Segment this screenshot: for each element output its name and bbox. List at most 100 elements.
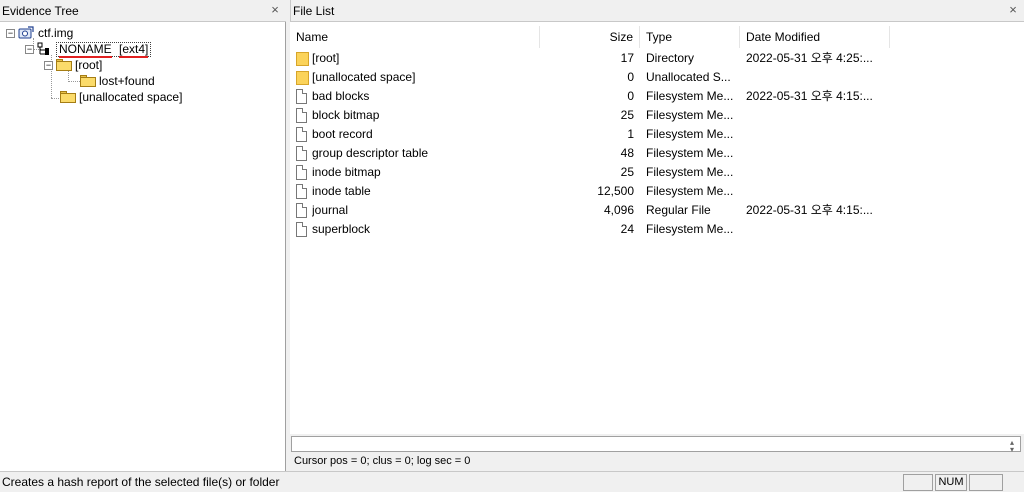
row-size: 0 [627, 89, 634, 103]
status-indicator-num: NUM [935, 474, 967, 491]
row-date [746, 125, 886, 144]
row-name: bad blocks [312, 89, 370, 103]
row-type: Directory [646, 51, 695, 65]
row-type: Filesystem Me... [646, 108, 734, 122]
column-header-type[interactable]: Type [640, 26, 740, 48]
evidence-tree-header: Evidence Tree × [0, 0, 286, 22]
row-type: Filesystem Me... [646, 127, 734, 141]
file-list: Name Size Type Date Modified [root] 17 D… [290, 22, 1024, 434]
file-icon [296, 203, 310, 218]
tree-node-lost-found[interactable]: lost+found [80, 73, 155, 89]
collapse-icon[interactable]: − [6, 28, 15, 38]
table-row[interactable]: [root] 17 Directory 2022-05-31 오후 4:25:.… [290, 49, 890, 68]
row-name: inode table [312, 184, 371, 198]
filesystem-icon [37, 42, 51, 56]
evidence-tree-title: Evidence Tree [2, 3, 79, 18]
tree-node-volume-name: NONAME [59, 41, 112, 58]
tree-node-unallocated-label: [unallocated space] [79, 90, 183, 104]
collapse-icon[interactable]: − [25, 44, 34, 54]
row-type: Filesystem Me... [646, 146, 734, 160]
preview-text-box[interactable]: ▴ ▾ [291, 436, 1021, 454]
table-row[interactable]: bad blocks 0 Filesystem Me... 2022-05-31… [290, 87, 890, 106]
row-type: Filesystem Me... [646, 165, 734, 179]
row-date [746, 182, 886, 201]
tree-node-root-label: [root] [75, 58, 103, 72]
row-size: 0 [627, 70, 634, 84]
file-list-title: File List [293, 3, 335, 18]
row-type: Filesystem Me... [646, 184, 734, 198]
row-size: 12,500 [597, 184, 634, 198]
row-name: superblock [312, 222, 371, 236]
file-icon [296, 127, 310, 142]
cursor-info: Cursor pos = 0; clus = 0; log sec = 0 [294, 455, 471, 467]
table-row[interactable]: superblock 24 Filesystem Me... [290, 220, 890, 239]
row-date [746, 144, 886, 163]
row-size: 25 [620, 108, 634, 122]
tree-node-lost-found-label: lost+found [99, 74, 155, 88]
status-indicator-empty [969, 474, 1003, 491]
table-row[interactable]: block bitmap 25 Filesystem Me... [290, 106, 890, 125]
table-row[interactable]: [unallocated space] 0 Unallocated S... [290, 68, 890, 87]
row-type: Filesystem Me... [646, 222, 734, 236]
table-row[interactable]: group descriptor table 48 Filesystem Me.… [290, 144, 890, 163]
row-type: Filesystem Me... [646, 89, 734, 103]
row-name: block bitmap [312, 108, 380, 122]
tree-node-volume[interactable]: − NONAME [ext4] [25, 41, 152, 58]
file-icon [296, 108, 310, 123]
file-icon [296, 146, 310, 161]
row-size: 1 [627, 127, 634, 141]
status-message: Creates a hash report of the selected fi… [2, 475, 280, 489]
file-icon [296, 165, 310, 180]
row-date [746, 106, 886, 125]
row-name: boot record [312, 127, 373, 141]
tree-node-root[interactable]: − [root] [44, 57, 102, 73]
row-date: 2022-05-31 오후 4:15:... [746, 203, 873, 217]
row-size: 17 [620, 51, 634, 65]
status-indicator-empty [903, 474, 933, 491]
column-header-size[interactable]: Size [540, 26, 640, 48]
table-row[interactable]: journal 4,096 Regular File 2022-05-31 오후… [290, 201, 890, 220]
file-list-column-headers: Name Size Type Date Modified [290, 26, 890, 48]
folder-icon [56, 59, 72, 71]
row-size: 24 [620, 222, 634, 236]
row-date [746, 220, 886, 239]
file-icon [296, 184, 310, 199]
folder-icon [80, 75, 96, 87]
file-list-header: File List × [290, 0, 1024, 22]
folder-icon [60, 91, 76, 103]
table-row[interactable]: inode bitmap 25 Filesystem Me... [290, 163, 890, 182]
file-list-close-icon[interactable]: × [1006, 3, 1020, 17]
row-type: Unallocated S... [646, 70, 731, 84]
tree-node-volume-fs: [ext4] [119, 41, 149, 58]
tree-node-image-label: ctf.img [38, 26, 74, 40]
tree-node-unallocated[interactable]: [unallocated space] [60, 89, 182, 105]
row-name: inode bitmap [312, 165, 381, 179]
row-date [746, 163, 886, 182]
row-name: group descriptor table [312, 146, 429, 160]
status-bar: Creates a hash report of the selected fi… [0, 471, 1024, 492]
evidence-tree: − ctf.img − NONAME [ext4] − [root] lost+… [0, 22, 286, 471]
row-size: 25 [620, 165, 634, 179]
row-name: [root] [312, 51, 340, 65]
tree-node-image[interactable]: − ctf.img [6, 25, 73, 41]
row-size: 48 [620, 146, 634, 160]
row-date [746, 68, 886, 87]
scroll-arrows-icon[interactable]: ▴ ▾ [1006, 439, 1018, 454]
row-size: 4,096 [603, 203, 634, 217]
folder-icon [296, 51, 310, 66]
table-row[interactable]: boot record 1 Filesystem Me... [290, 125, 890, 144]
collapse-icon[interactable]: − [44, 60, 53, 70]
table-row[interactable]: inode table 12,500 Filesystem Me... [290, 182, 890, 201]
tree-connector [68, 81, 80, 82]
row-type: Regular File [646, 203, 711, 217]
row-date: 2022-05-31 오후 4:25:... [746, 51, 873, 65]
column-header-name[interactable]: Name [290, 26, 540, 48]
evidence-tree-close-icon[interactable]: × [268, 3, 282, 17]
preview-area: ▴ ▾ Cursor pos = 0; clus = 0; log sec = 0 [290, 434, 1024, 471]
column-header-date[interactable]: Date Modified [740, 26, 890, 48]
row-date: 2022-05-31 오후 4:15:... [746, 89, 873, 103]
tree-node-volume-selection: NONAME [ext4] [56, 41, 152, 58]
file-icon [296, 89, 310, 104]
row-name: [unallocated space] [312, 70, 416, 84]
file-icon [296, 222, 310, 237]
